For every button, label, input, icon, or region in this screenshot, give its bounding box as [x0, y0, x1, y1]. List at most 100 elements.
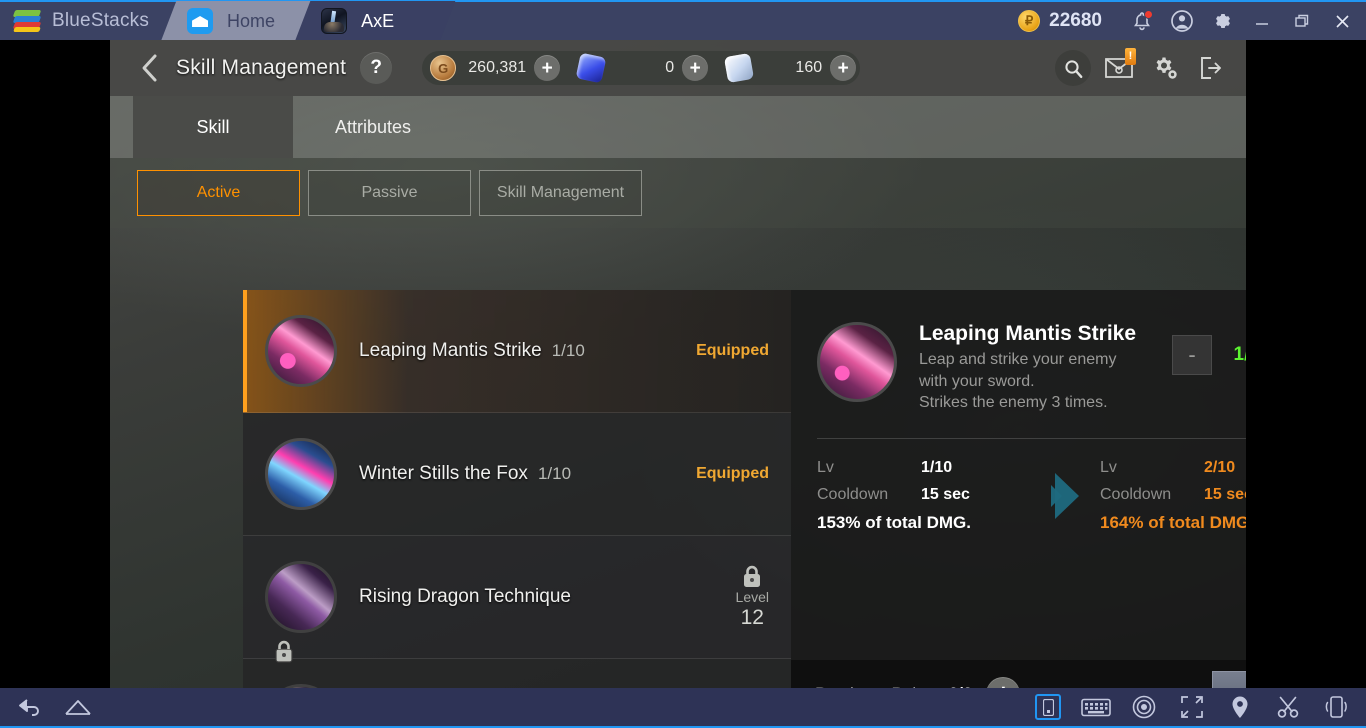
current-lv-value: 1/10 — [921, 458, 953, 476]
settings-gear-icon[interactable] — [1202, 1, 1242, 41]
current-cooldown-value: 15 sec — [921, 485, 970, 503]
back-chevron-icon[interactable] — [128, 40, 172, 96]
tab-axe-label: AxE — [361, 10, 395, 31]
lock-icon — [273, 640, 295, 664]
next-lv-label: Lv — [1100, 458, 1117, 476]
gold-value: 260,381 — [468, 59, 527, 76]
skill-level: 1/10 — [551, 341, 585, 360]
current-level-stats: Lv 1/10 Cooldown 15 sec 153% of total DM… — [817, 459, 1042, 533]
tab-home-label: Home — [227, 10, 276, 31]
skill-stats-comparison: Lv 1/10 Cooldown 15 sec 153% of total DM… — [791, 439, 1246, 533]
next-lv-value: 2/10 — [1204, 458, 1236, 476]
fullscreen-icon[interactable] — [1168, 687, 1216, 727]
gem-value: 0 — [665, 59, 675, 76]
add-gold-button[interactable]: + — [534, 55, 561, 81]
level-stepper: - 1/10 + — [1172, 335, 1246, 375]
status-badge: Equipped — [696, 465, 769, 482]
bluestacks-brand: BlueStacks — [0, 1, 179, 41]
reset-button[interactable]: Reset — [1212, 671, 1246, 688]
add-crystal-button[interactable]: + — [830, 55, 857, 81]
currency-gem: 0 + — [574, 52, 709, 84]
help-button[interactable]: ? — [360, 52, 393, 84]
skill-icon-leaping-mantis-strike — [265, 315, 337, 387]
skill-list-item[interactable]: Battoujutsu Level — [243, 659, 791, 688]
main-tabstrip: Skill Attributes — [110, 96, 1246, 158]
skill-subtabs: Active Passive Skill Management — [110, 158, 1246, 228]
account-avatar-icon[interactable] — [1162, 1, 1202, 41]
skill-detail-description: Leap and strike your enemy with your swo… — [919, 349, 1136, 414]
shake-device-icon[interactable] — [1312, 687, 1360, 727]
add-purchase-points-button[interactable]: + — [986, 677, 1021, 688]
description-line-3: Strikes the enemy 3 times. — [919, 394, 1108, 412]
currency-bar: G 260,381 + 0 + 160 + — [422, 51, 861, 85]
next-cooldown-value: 15 sec — [1204, 485, 1246, 503]
window-tab-axe[interactable]: AxE — [295, 1, 456, 41]
upgrade-arrow-icon — [1042, 459, 1100, 533]
add-gem-button[interactable]: + — [682, 55, 709, 81]
currency-crystal: 160 + — [722, 52, 857, 84]
page-title: Skill Management — [176, 56, 347, 79]
notification-badge — [1144, 10, 1153, 19]
crystal-icon — [724, 52, 755, 84]
bluestacks-window: BlueStacks Home AxE ₽ 22680 Skill Manage… — [0, 0, 1366, 728]
skill-icon-rising-dragon-technique — [265, 561, 337, 633]
keyboard-icon[interactable] — [1072, 687, 1120, 727]
home-icon — [187, 8, 214, 34]
eye-macro-icon[interactable] — [1120, 687, 1168, 727]
bluestacks-titlebar: BlueStacks Home AxE ₽ 22680 — [0, 0, 1366, 41]
titlebar-right-controls: ₽ 22680 — [1018, 1, 1366, 41]
bluestacks-brand-label: BlueStacks — [52, 10, 150, 31]
next-cooldown-label: Cooldown — [1100, 485, 1172, 503]
skill-unlock-requirement: Level 12 — [736, 565, 791, 630]
skill-detail-panel: Leaping Mantis Strike Leap and strike yo… — [791, 290, 1246, 688]
game-header: Skill Management ? G 260,381 + 0 + 160 + — [110, 40, 1246, 96]
description-line-1: Leap and strike your enemy — [919, 351, 1117, 368]
restore-icon[interactable] — [1282, 1, 1322, 41]
scissors-icon[interactable] — [1264, 687, 1312, 727]
skill-detail-footer: Purchase Points 0/0 + Reset — [791, 660, 1246, 688]
gold-coin-icon: G — [430, 55, 457, 81]
unlock-level-value: 12 — [740, 605, 764, 629]
crystal-value: 160 — [795, 59, 823, 76]
current-cooldown-label: Cooldown — [817, 485, 889, 503]
notification-bell-icon[interactable] — [1122, 1, 1162, 41]
status-badge: Equipped — [696, 342, 769, 359]
tab-attributes[interactable]: Attributes — [293, 96, 453, 158]
description-line-2: with your sword. — [919, 372, 1035, 390]
close-icon[interactable] — [1322, 1, 1362, 41]
subtab-passive[interactable]: Passive — [308, 170, 471, 216]
minimize-icon[interactable] — [1242, 1, 1282, 41]
game-viewport: Skill Management ? G 260,381 + 0 + 160 + — [110, 40, 1246, 688]
unlock-level-label: Level — [735, 588, 769, 605]
location-pin-icon[interactable] — [1216, 687, 1264, 727]
mail-alert-badge: ! — [1125, 48, 1136, 65]
rotate-screen-icon[interactable] — [1024, 687, 1072, 727]
home-icon[interactable] — [54, 687, 102, 727]
bluestacks-points-coin-icon: ₽ — [1018, 10, 1041, 32]
bluestacks-points-value: 22680 — [1049, 10, 1102, 31]
skill-list[interactable]: Leaping Mantis Strike 1/10 Equipped Wint… — [243, 290, 791, 688]
skill-list-item[interactable]: Rising Dragon Technique Level 12 — [243, 536, 791, 663]
skill-list-item[interactable]: Leaping Mantis Strike 1/10 Equipped — [243, 290, 791, 413]
subtab-active[interactable]: Active — [137, 170, 300, 216]
bluestacks-bottombar — [0, 688, 1366, 728]
skill-list-item[interactable]: Winter Stills the Fox 1/10 Equipped — [243, 413, 791, 536]
search-icon[interactable] — [1050, 40, 1096, 96]
currency-gold: G 260,381 + — [426, 55, 561, 81]
skill-name: Leaping Mantis Strike — [359, 340, 542, 361]
mail-icon[interactable]: ! — [1096, 40, 1142, 96]
bluestacks-logo-icon — [12, 10, 42, 32]
back-icon[interactable] — [6, 687, 54, 727]
exit-icon[interactable] — [1188, 40, 1234, 96]
skill-name: Winter Stills the Fox — [359, 463, 528, 484]
bottombar-tools — [1024, 687, 1366, 727]
game-header-actions: ! — [1050, 40, 1246, 96]
bluestacks-points[interactable]: ₽ 22680 — [1018, 10, 1102, 32]
level-decrease-button[interactable]: - — [1172, 335, 1212, 375]
level-value: 1/10 — [1233, 344, 1247, 365]
subtab-skill-management[interactable]: Skill Management — [479, 170, 642, 216]
tab-skill[interactable]: Skill — [133, 96, 293, 158]
gem-icon — [575, 52, 607, 84]
next-damage: 164% of total DMG. — [1100, 512, 1246, 532]
settings-gear-icon[interactable] — [1142, 40, 1188, 96]
